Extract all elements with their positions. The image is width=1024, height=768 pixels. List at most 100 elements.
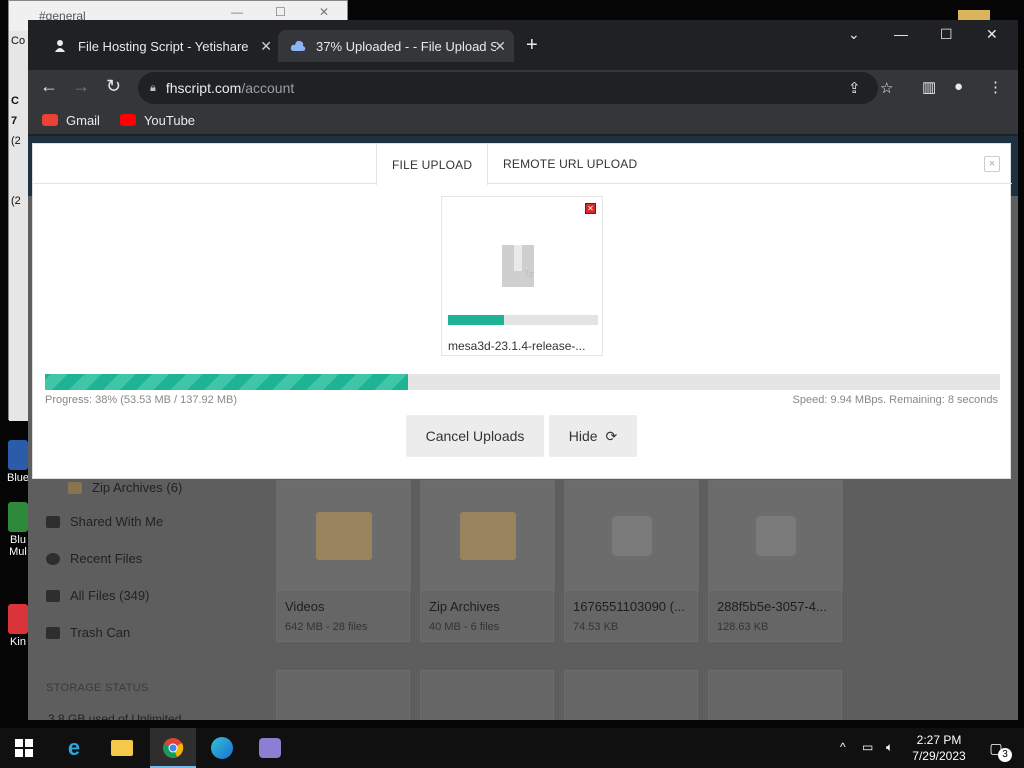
close-window-icon[interactable]: ✕ [986,26,998,43]
maximize-icon[interactable]: ☐ [940,26,953,43]
background-label: 7 [11,115,18,127]
forward-icon[interactable]: → [72,76,90,97]
sidebar-item-zip-archives[interactable]: Zip Archives (6) [68,480,182,495]
trash-icon [46,626,60,639]
desktop-icon-blu-mul[interactable]: Blu Mul [6,502,30,558]
browser-toolbar: ← → ↻ 🔒︎ fhscript.com/account ⇪ ☆ ▥ ● ⋮ [28,70,1018,106]
chevron-up-icon[interactable]: ^ [840,740,846,754]
upload-modal: FILE UPLOAD REMOTE URL UPLOAD × ✕ 7z mes… [32,143,1012,479]
file-name: Videos [285,599,325,614]
tab-search-icon[interactable]: ⌄ [848,26,860,43]
taskbar: e ^ ▭ 🔈︎ 2:27 PM 7/29/2023 ▢ 3 [0,728,1024,768]
minimize-icon[interactable]: — [231,5,243,19]
sidebar-item-shared[interactable]: Shared With Me [46,514,163,529]
bookmarks-bar: Gmail YouTube [28,106,1018,134]
clock-time: 2:27 PM [916,733,962,747]
file-card[interactable] [564,670,698,720]
tab-upload[interactable]: 37% Uploaded - - File Upload Sc ✕ [278,30,514,62]
progress-text: Progress: 38% (53.53 MB / 137.92 MB) [45,394,237,406]
mp3-icon [612,516,652,556]
close-modal-button[interactable]: × [984,156,1000,172]
lock-icon: 🔒︎ [150,81,156,94]
file-meta: 74.53 KB [573,621,619,633]
background-label: (2 [11,135,21,147]
file-card[interactable] [276,670,410,720]
archive-icon [502,245,534,287]
folder-thumbnail [421,481,555,591]
file-type-tag: 7z [524,269,534,279]
mouse-cursor [578,398,592,414]
notification-icon[interactable]: ▢ 3 [984,736,1012,762]
file-progress-bar [448,315,598,325]
background-menu-label: Co [11,35,26,47]
ie-icon[interactable]: e [62,735,86,760]
file-meta: 40 MB - 6 files [429,621,500,633]
shortcut-icon [8,440,28,470]
sidebar-item-label: Trash Can [70,625,131,640]
file-explorer-icon[interactable] [110,736,134,760]
volume-muted-icon[interactable]: 🔈︎ [886,740,893,755]
app-icon[interactable] [258,736,282,760]
file-thumbnail [709,481,843,591]
profile-icon[interactable]: ● [954,78,963,95]
file-card[interactable]: Videos 642 MB - 28 files [276,480,411,642]
sidebar-item-recent[interactable]: Recent Files [46,551,142,566]
sidebar-item-trash[interactable]: Trash Can [46,625,130,640]
sidebar-item-label: Shared With Me [70,514,164,529]
desktop-icon-blue[interactable]: Blue [6,440,30,484]
url-path: /account [241,80,295,96]
hide-button[interactable]: Hide ⟳ [549,415,637,457]
cancel-uploads-button[interactable]: Cancel Uploads [406,415,544,457]
folder-icon [316,512,372,560]
file-card[interactable]: 288f5b5e-3057-4... 128.63 KB [708,480,843,642]
address-bar[interactable]: 🔒︎ fhscript.com/account ⇪ ☆ [138,72,893,104]
minimize-icon[interactable]: — [894,26,908,42]
shortcut-icon [8,604,28,634]
close-tab-icon[interactable]: ✕ [260,38,272,55]
bookmark-label: YouTube [143,112,196,128]
network-icon[interactable]: ▭ [862,740,873,754]
tab-file-upload[interactable]: FILE UPLOAD [376,144,489,185]
cloud-upload-icon [290,38,306,54]
file-meta: 128.63 KB [717,621,769,633]
bookmark-label: Gmail [66,112,100,128]
file-icon [756,516,796,556]
system-clock[interactable]: 2:27 PM 7/29/2023 [898,732,980,764]
bookmark-gmail[interactable]: Gmail [42,113,100,128]
file-card[interactable] [420,670,554,720]
hide-button-label: Hide [568,428,598,444]
start-button[interactable] [12,736,36,760]
desktop-icon-kin[interactable]: Kin [6,604,30,648]
close-tab-icon[interactable]: ✕ [494,38,506,55]
file-preview: ✕ 7z mesa3d-23.1.4-release-... [441,196,603,356]
chrome-icon[interactable] [161,736,185,760]
file-card[interactable]: Zip Archives 40 MB - 6 files [420,480,555,642]
file-progress-fill [448,315,504,325]
tab-yetishare[interactable]: File Hosting Script - Yetishare ✕ [40,30,280,62]
desktop-icon-label: Blue [6,472,30,484]
remove-file-icon[interactable]: ✕ [585,203,596,214]
sidebar-item-label: Zip Archives (6) [92,480,183,495]
tab-remote-url-upload[interactable]: REMOTE URL UPLOAD [503,144,637,184]
sidebar-item-all-files[interactable]: All Files (349) [46,588,149,603]
menu-icon[interactable]: ⋮ [988,78,1003,96]
file-meta: 642 MB - 28 files [285,621,368,633]
desktop-icon-label: Kin [10,636,26,648]
bookmark-youtube[interactable]: YouTube [119,112,196,128]
back-icon[interactable]: ← [40,76,58,97]
file-card[interactable] [708,670,842,720]
reload-icon[interactable]: ↻ [106,76,121,97]
sidebar-item-label: All Files (349) [70,588,150,603]
close-icon[interactable]: ✕ [319,5,329,19]
file-card[interactable]: 1676551103090 (... 74.53 KB [564,480,699,642]
desktop-icon-label: Blu Mul [9,534,27,558]
people-icon [46,515,60,528]
background-label: C [11,95,19,107]
side-panel-icon[interactable]: ▥ [922,78,936,96]
file-name: mesa3d-23.1.4-release-... [448,339,586,353]
maximize-icon[interactable]: ☐ [275,5,286,19]
share-icon[interactable]: ⇪ [848,79,861,97]
new-tab-icon[interactable]: + [526,34,538,57]
bookmark-star-icon[interactable]: ☆ [880,79,893,97]
edge-icon[interactable] [210,736,234,760]
